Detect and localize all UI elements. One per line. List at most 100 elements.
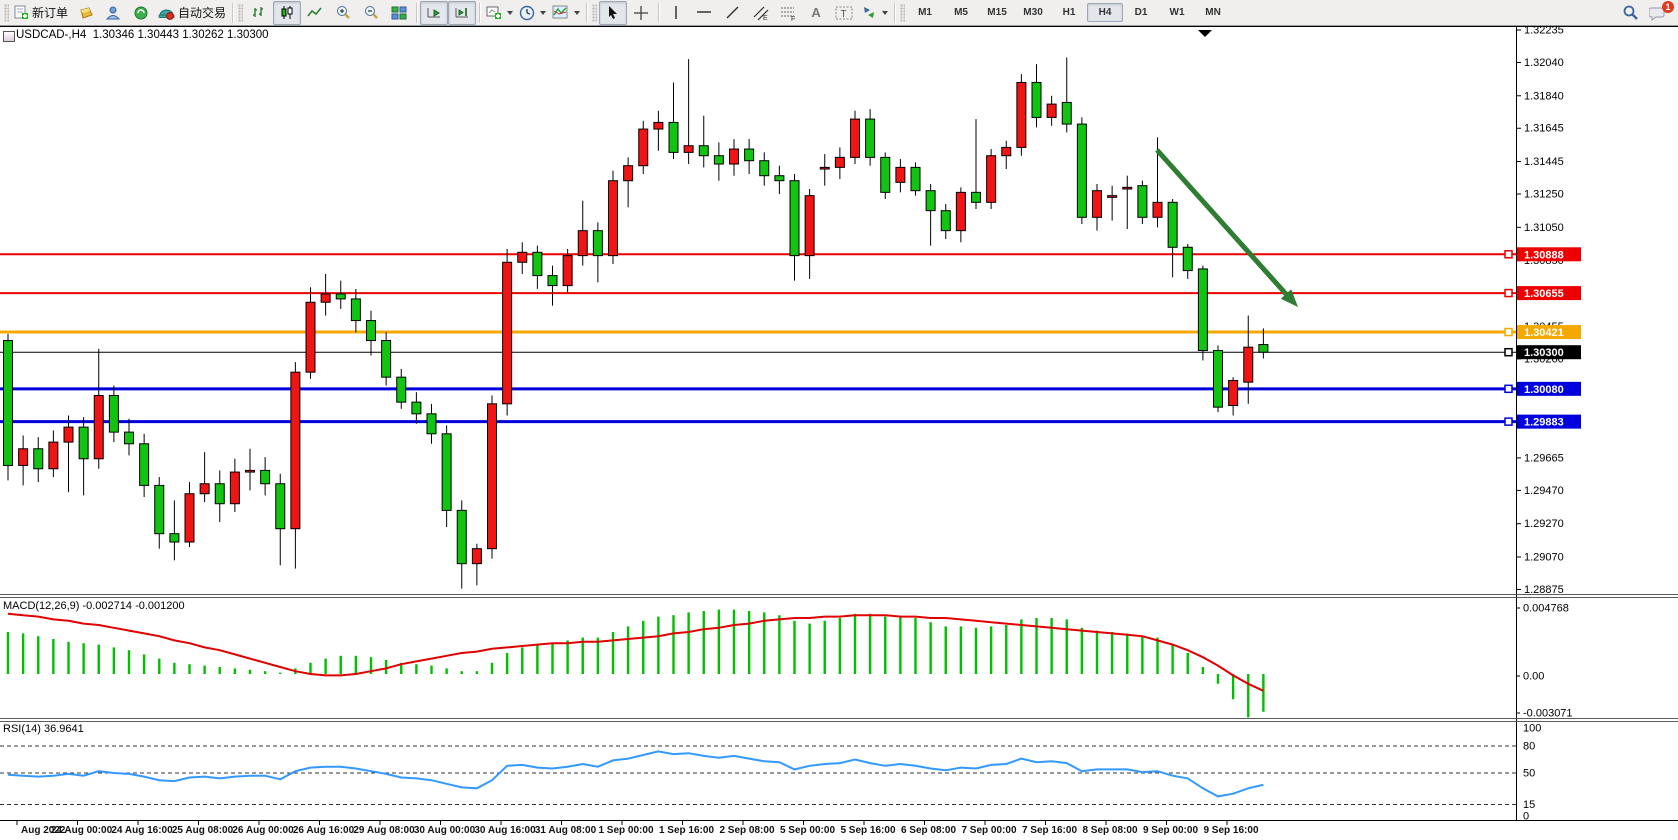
toolbar-separator: [232, 3, 233, 23]
timeframe-button-h4[interactable]: H4: [1087, 3, 1123, 22]
candle: [336, 294, 345, 299]
candle: [1198, 269, 1207, 351]
timeframe-button-h1[interactable]: H1: [1051, 3, 1087, 22]
rsi-line: [8, 751, 1263, 796]
candle: [1138, 186, 1147, 218]
signal-icon: [133, 5, 149, 20]
notifications-button[interactable]: 1: [1644, 1, 1672, 25]
hline-marker[interactable]: [1505, 418, 1512, 425]
gold-button[interactable]: [71, 1, 99, 25]
toolbar-separator: [658, 3, 659, 23]
timeframe-button-m1[interactable]: M1: [907, 3, 943, 22]
svg-text:F: F: [791, 16, 795, 21]
time-label: 6 Sep 08:00: [901, 825, 956, 836]
crosshair-icon: [633, 5, 649, 21]
candle: [835, 157, 844, 167]
candle: [488, 404, 497, 549]
candle: [972, 192, 981, 202]
vline-icon: [669, 5, 683, 20]
new-chart-button[interactable]: [483, 1, 516, 25]
candle: [4, 341, 13, 466]
hline-marker[interactable]: [1505, 349, 1512, 356]
candle: [578, 231, 587, 256]
candle: [34, 449, 43, 469]
time-label: 25 Aug 08:00: [172, 825, 234, 836]
zoom-in-button[interactable]: [329, 1, 357, 25]
zoom-out-button[interactable]: [357, 1, 385, 25]
symbol-period-label: USDCAD-,H4: [16, 29, 86, 41]
vertical-line-button[interactable]: [662, 1, 690, 25]
time-label: 7 Sep 00:00: [961, 825, 1016, 836]
profile-button[interactable]: [99, 1, 127, 25]
toolbar-grip[interactable]: [238, 4, 243, 22]
time-label: 7 Sep 16:00: [1022, 825, 1077, 836]
line-chart-button[interactable]: [301, 1, 329, 25]
search-icon: [1622, 4, 1639, 21]
crosshair-button[interactable]: [627, 1, 655, 25]
channel-button[interactable]: E: [746, 1, 774, 25]
search-button[interactable]: [1616, 1, 1644, 25]
fibonacci-button[interactable]: F: [774, 1, 802, 25]
timeframe-button-d1[interactable]: D1: [1123, 3, 1159, 22]
candle: [472, 549, 481, 564]
tile-windows-button[interactable]: [385, 1, 413, 25]
text-button[interactable]: A: [802, 1, 830, 25]
chart-shift-button[interactable]: [448, 1, 476, 25]
chart-window[interactable]: 1.322351.320401.318401.316451.314451.312…: [0, 26, 1678, 840]
toolbar-grip[interactable]: [900, 4, 905, 22]
clock-icon: [519, 5, 535, 21]
toolbar-grip[interactable]: [592, 4, 597, 22]
period-button[interactable]: [516, 1, 549, 25]
bar-chart-button[interactable]: [245, 1, 273, 25]
candle: [457, 510, 466, 563]
trendline-button[interactable]: [718, 1, 746, 25]
chart-canvas[interactable]: 1.322351.320401.318401.316451.314451.312…: [0, 26, 1678, 840]
cursor-button[interactable]: [599, 1, 627, 25]
auto-scroll-button[interactable]: [420, 1, 448, 25]
bar-chart-icon: [251, 5, 267, 20]
candle: [790, 181, 799, 256]
horizontal-line-button[interactable]: [690, 1, 718, 25]
candle: [1153, 202, 1162, 217]
macd-scale-label: -0.003071: [1523, 708, 1573, 720]
text-label-button[interactable]: T: [830, 1, 858, 25]
timeframe-button-mn[interactable]: MN: [1195, 3, 1231, 22]
candlestick-button[interactable]: [273, 1, 301, 25]
chevron-down-icon: [540, 11, 546, 15]
hline-marker[interactable]: [1505, 290, 1512, 297]
candle: [941, 211, 950, 231]
timeframe-button-m30[interactable]: M30: [1015, 3, 1051, 22]
candle: [866, 119, 875, 157]
timeframe-button-m15[interactable]: M15: [979, 3, 1015, 22]
candle: [109, 395, 118, 432]
zoom-in-icon: [335, 5, 351, 21]
ohlc-values: 1.30346 1.30443 1.30262 1.30300: [93, 29, 269, 41]
shift-marker[interactable]: [1198, 30, 1212, 37]
candle: [276, 484, 285, 529]
indicators-button[interactable]: [549, 1, 583, 25]
arrows-button[interactable]: [858, 1, 891, 25]
chart-shift-icon: [454, 5, 470, 20]
auto-scroll-icon: [426, 5, 442, 20]
signal-button[interactable]: [127, 1, 155, 25]
candle: [1214, 351, 1223, 408]
timeframe-button-m5[interactable]: M5: [943, 3, 979, 22]
candle: [140, 444, 149, 486]
candle: [987, 156, 996, 203]
toolbar-grip[interactable]: [4, 4, 9, 22]
time-label: 30 Aug 16:00: [474, 825, 536, 836]
notification-badge: 1: [1662, 1, 1674, 13]
time-label: 24 Aug 00:00: [51, 825, 113, 836]
new-order-button[interactable]: 新订单: [11, 1, 71, 25]
candle: [1108, 196, 1117, 198]
candle: [427, 414, 436, 434]
price-scale-label: 1.31050: [1524, 222, 1564, 234]
hline-marker[interactable]: [1505, 329, 1512, 336]
hline-marker[interactable]: [1505, 251, 1512, 258]
candlestick-icon: [279, 5, 295, 20]
auto-trading-button[interactable]: 自动交易: [155, 1, 229, 25]
timeframe-button-w1[interactable]: W1: [1159, 3, 1195, 22]
hline-marker[interactable]: [1505, 385, 1512, 392]
toolbar-separator: [479, 3, 480, 23]
new-order-label: 新订单: [32, 4, 68, 21]
